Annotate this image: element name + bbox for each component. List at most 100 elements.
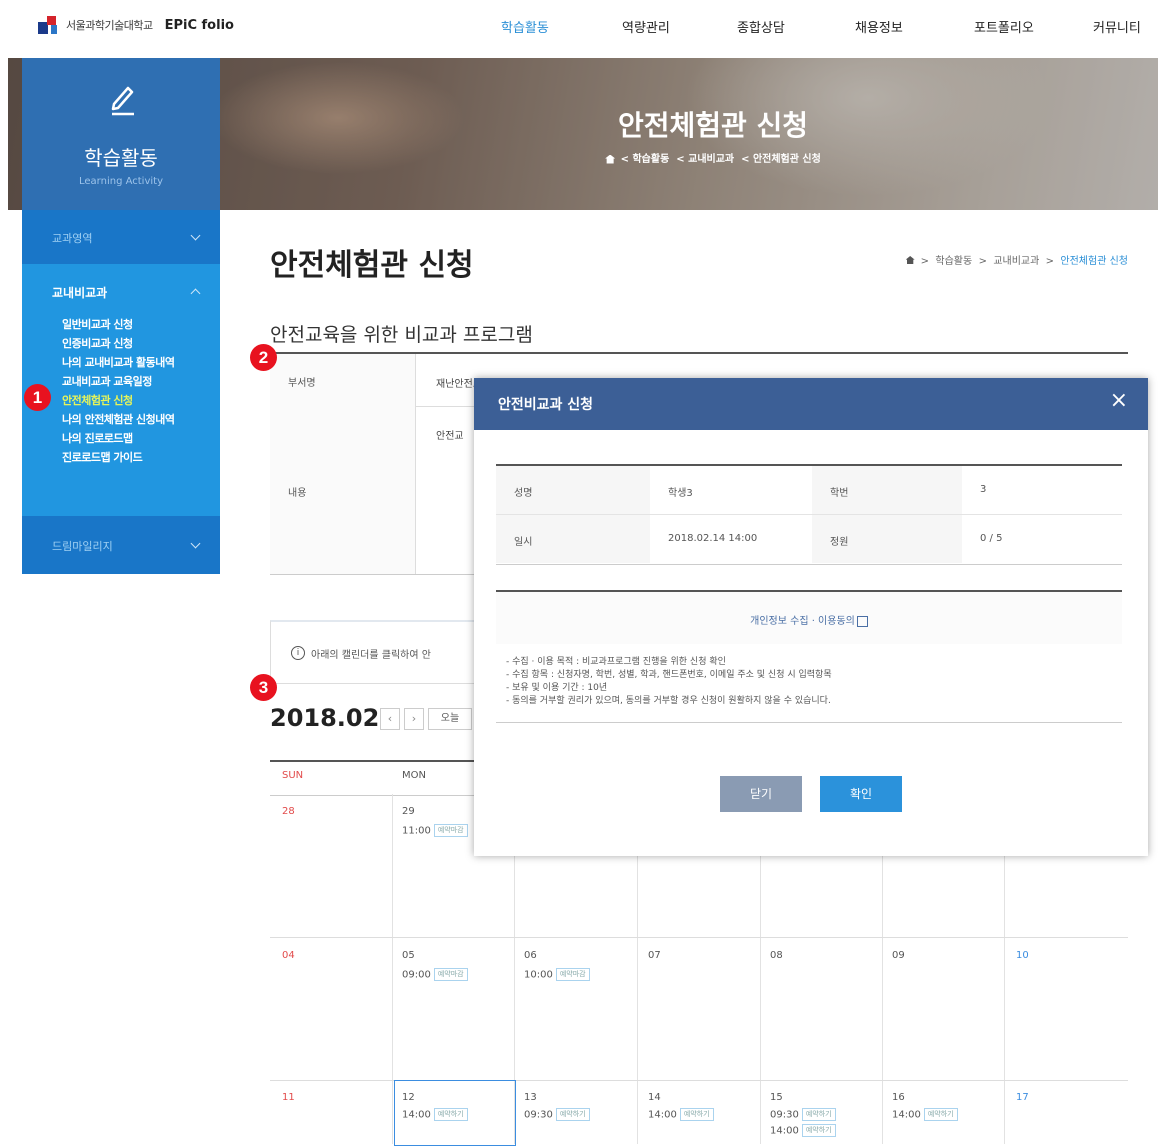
menu-learning-activity[interactable]: 학습활동 — [501, 17, 549, 36]
calendar-slot[interactable]: 11:00 예약마감 — [402, 824, 468, 837]
applicant-info-table: 성명 학생3 학번 3 일시 2018.02.14 14:00 정원 0 / 5 — [496, 464, 1122, 565]
breadcrumb-item[interactable]: 교내비교과 — [993, 256, 1039, 267]
calendar-day[interactable]: 06 — [524, 950, 537, 961]
annotation-badge-2: 2 — [250, 344, 277, 371]
name-value: 학생3 — [668, 488, 693, 499]
home-icon[interactable] — [905, 256, 915, 264]
menu-portfolio[interactable]: 포트폴리오 — [974, 17, 1034, 36]
sidebar-section-curriculum[interactable]: 교과영역 — [22, 210, 220, 264]
calendar-week-row — [270, 938, 1128, 1081]
calendar-slot[interactable]: 10:00 예약마감 — [524, 968, 590, 981]
calendar-slot[interactable]: 14:00 예약하기 — [770, 1124, 836, 1137]
sidebar-item[interactable]: 진로로드맵 가이드 — [62, 449, 174, 468]
date-label: 일시 — [514, 537, 533, 548]
hero-crumb-item: 안전체험관 신청 — [752, 154, 821, 165]
breadcrumb-current: 안전체험관 신청 — [1060, 256, 1128, 267]
calendar-day[interactable]: 07 — [648, 950, 661, 961]
capacity-value: 0 / 5 — [980, 533, 1003, 544]
sidebar-item[interactable]: 나의 진로로드맵 — [62, 430, 174, 449]
calendar-day[interactable]: 13 — [524, 1092, 537, 1103]
dept-label: 부서명 — [288, 378, 316, 389]
privacy-consent-box: 개인정보 수집 · 이용동의 — [496, 590, 1122, 644]
calendar-day[interactable]: 16 — [892, 1092, 905, 1103]
breadcrumb-item[interactable]: 학습활동 — [935, 256, 972, 267]
calendar-slot[interactable]: 14:00 예약하기 — [402, 1108, 468, 1121]
chevron-down-icon — [190, 538, 201, 549]
sidebar-item-current[interactable]: 안전체험관 신청 — [62, 392, 174, 411]
calendar-day[interactable]: 15 — [770, 1092, 783, 1103]
terms-line: - 수집 항목 : 신청자명, 학번, 성별, 학과, 핸드폰번호, 이메일 주… — [506, 670, 832, 680]
menu-counseling[interactable]: 종합상담 — [737, 17, 785, 36]
capacity-label: 정원 — [830, 537, 849, 548]
calendar-slot[interactable]: 09:00 예약마감 — [402, 968, 468, 981]
menu-community[interactable]: 커뮤니티 — [1093, 17, 1141, 36]
sidebar-item[interactable]: 일반비교과 신청 — [62, 316, 174, 335]
page-title: 안전체험관 신청 — [270, 248, 474, 283]
menu-jobs[interactable]: 채용정보 — [855, 17, 903, 36]
calendar-day[interactable]: 08 — [770, 950, 783, 961]
sidebar-section-mileage[interactable]: 드림마일리지 — [22, 516, 220, 574]
calendar-next-button[interactable]: › — [404, 708, 424, 730]
calendar-slot[interactable]: 09:30 예약하기 — [524, 1108, 590, 1121]
calendar-day[interactable]: 14 — [648, 1092, 661, 1103]
sidebar-item[interactable]: 인증비교과 신청 — [62, 335, 174, 354]
sidebar-item[interactable]: 나의 교내비교과 활동내역 — [62, 354, 175, 373]
application-modal: 안전비교과 신청 × 성명 학생3 학번 3 일시 2018.02.14 14:… — [474, 378, 1148, 856]
privacy-terms: - 수집 · 이용 목적 : 비교과프로그램 진행을 위한 신청 확인 - 수집… — [506, 656, 832, 708]
sidebar-title: 학습활동 — [84, 146, 158, 170]
calendar-slot[interactable]: 14:00 예약하기 — [892, 1108, 958, 1121]
name-label: 성명 — [514, 488, 533, 499]
sidebar: 교과영역 교내비교과 일반비교과 신청 인증비교과 신청 나의 교내비교과 활동… — [22, 210, 220, 574]
sidebar-item[interactable]: 나의 안전체험관 신청내역 — [62, 411, 175, 430]
notice-text: 아래의 캘린더를 클릭하여 안 — [311, 650, 431, 661]
top-navigation-bar: 서울과학기술대학교 EPiC folio 학습활동 역량관리 종합상담 채용정보… — [0, 0, 1158, 56]
menu-competency[interactable]: 역량관리 — [622, 17, 670, 36]
annotation-badge-3: 3 — [250, 674, 277, 701]
confirm-button[interactable]: 확인 — [820, 776, 902, 812]
content-value: 안전교 — [436, 431, 464, 442]
sidebar-section-label: 드림마일리지 — [52, 540, 113, 553]
info-icon: i — [291, 646, 305, 660]
calendar-day[interactable]: 04 — [282, 950, 295, 961]
content-label: 내용 — [288, 488, 307, 499]
breadcrumb: > 학습활동 > 교내비교과 > 안전체험관 신청 — [905, 252, 1128, 267]
calendar-day[interactable]: 05 — [402, 950, 415, 961]
calendar-today-button[interactable]: 오늘 — [428, 708, 472, 730]
pencil-icon — [111, 86, 134, 116]
sidebar-section-extracurricular[interactable]: 교내비교과 — [52, 284, 107, 301]
terms-line: - 수집 · 이용 목적 : 비교과프로그램 진행을 위한 신청 확인 — [506, 657, 726, 667]
student-id-value: 3 — [980, 484, 987, 495]
close-button[interactable]: 닫기 — [720, 776, 802, 812]
terms-line: - 보유 및 이용 기간 : 10년 — [506, 683, 608, 693]
home-icon[interactable] — [605, 154, 616, 164]
sidebar-submenu: 일반비교과 신청 인증비교과 신청 나의 교내비교과 활동내역 교내비교과 교육… — [62, 316, 175, 468]
sidebar-header: 학습활동 Learning Activity — [22, 58, 220, 210]
calendar-day[interactable]: 11 — [282, 1092, 295, 1103]
weekday-header: MON — [402, 770, 426, 781]
date-value: 2018.02.14 14:00 — [668, 533, 758, 544]
hero-crumb-item[interactable]: 교내비교과 — [688, 154, 734, 165]
calendar-slot[interactable]: 09:30 예약하기 — [770, 1108, 836, 1121]
calendar-prev-button[interactable]: ‹ — [380, 708, 400, 730]
chevron-down-icon — [190, 230, 201, 241]
weekday-header: SUN — [282, 770, 304, 781]
main-menu: 학습활동 역량관리 종합상담 채용정보 포트폴리오 커뮤니티 — [0, 17, 1158, 37]
calendar-day[interactable]: 09 — [892, 950, 905, 961]
calendar-month-title: 2018.02 — [270, 704, 380, 732]
calendar-day[interactable]: 17 — [1016, 1092, 1029, 1103]
privacy-consent-checkbox[interactable] — [856, 615, 868, 627]
sidebar-item[interactable]: 교내비교과 교육일정 — [62, 373, 174, 392]
chevron-up-icon — [190, 288, 201, 299]
close-icon[interactable]: × — [1110, 390, 1128, 412]
sidebar-section-label: 교과영역 — [52, 232, 93, 245]
calendar-day[interactable]: 29 — [402, 806, 415, 817]
hero-crumb-item[interactable]: 학습활동 — [632, 154, 669, 165]
terms-line: - 동의를 거부할 권리가 있으며, 동의를 거부할 경우 신청이 원활하지 않… — [506, 696, 831, 706]
calendar-day[interactable]: 28 — [282, 806, 295, 817]
sidebar-subtitle: Learning Activity — [79, 176, 163, 187]
student-id-label: 학번 — [830, 488, 849, 499]
calendar-slot[interactable]: 14:00 예약하기 — [648, 1108, 714, 1121]
calendar-day[interactable]: 10 — [1016, 950, 1029, 961]
calendar-day[interactable]: 12 — [402, 1092, 415, 1103]
modal-title: 안전비교과 신청 — [498, 397, 594, 413]
